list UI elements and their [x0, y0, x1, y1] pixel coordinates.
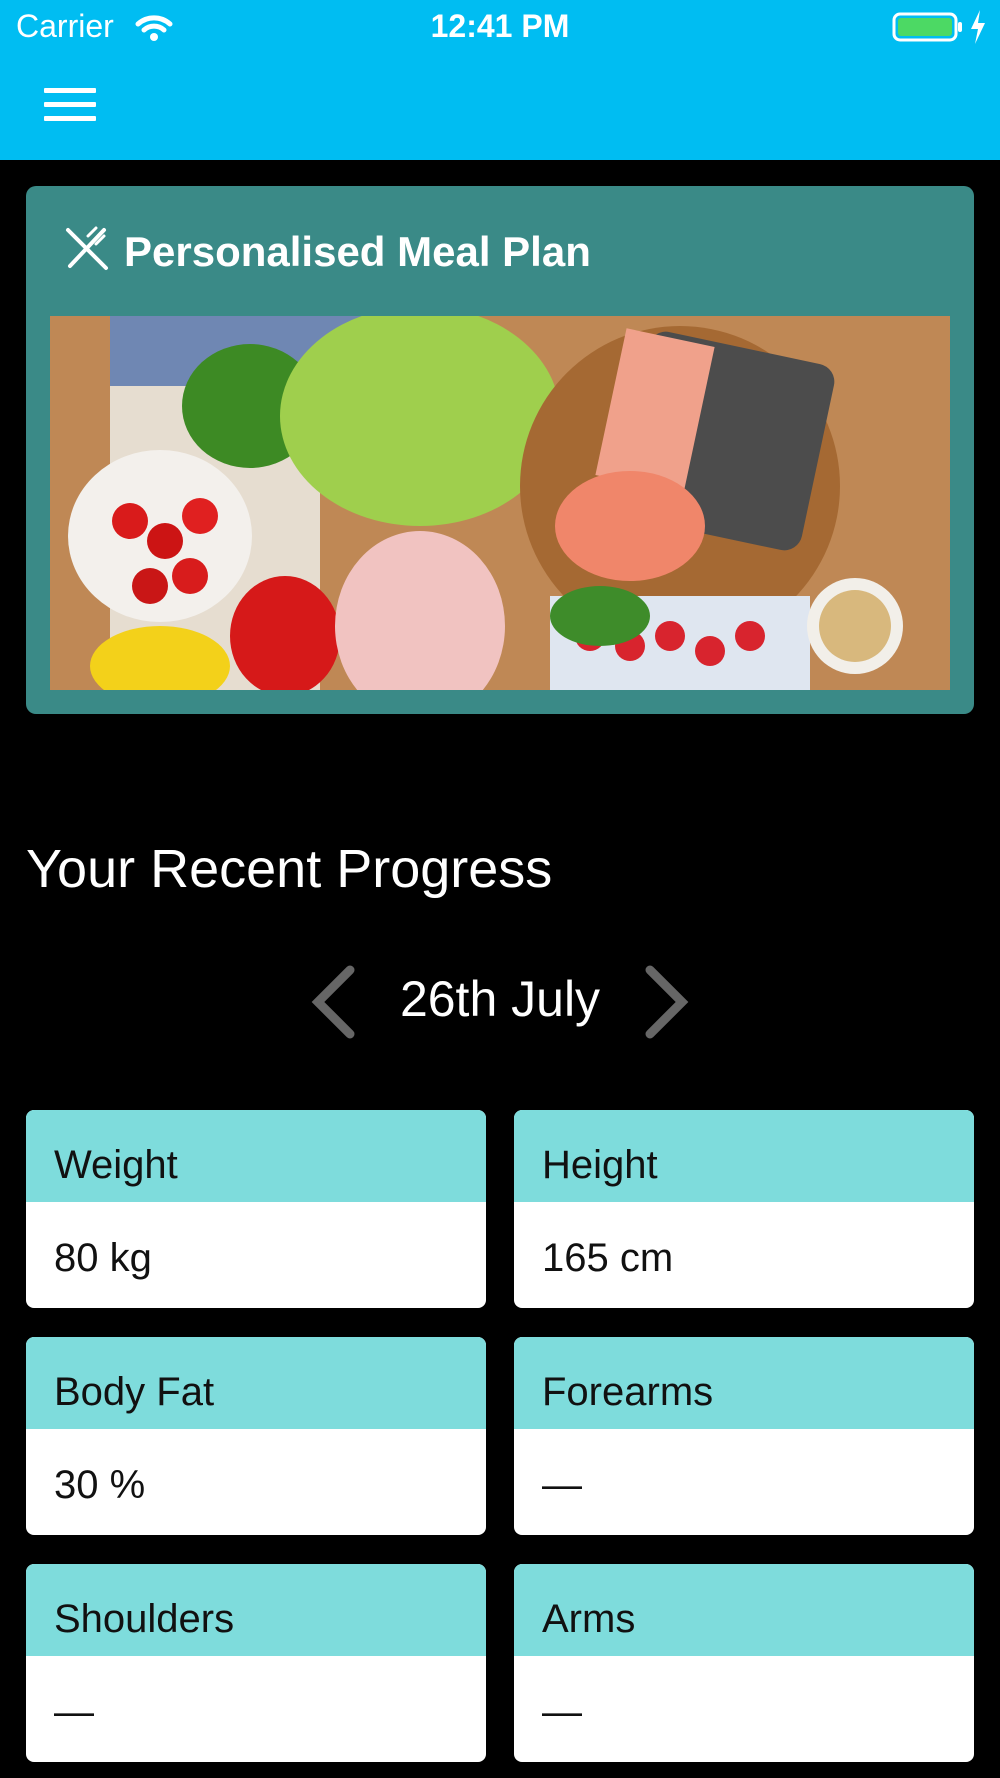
- stat-value: —: [54, 1690, 94, 1734]
- stat-label: Shoulders: [26, 1564, 486, 1656]
- battery-icon: [892, 12, 962, 42]
- status-time: 12:41 PM: [430, 8, 570, 44]
- fork-knife-icon: [66, 226, 108, 270]
- stat-label: Weight: [26, 1110, 486, 1202]
- stat-card-weight[interactable]: Weight 80 kg: [26, 1110, 486, 1308]
- stat-card-height[interactable]: Height 165 cm: [514, 1110, 974, 1308]
- stat-label: Body Fat: [26, 1337, 486, 1429]
- meal-plan-title: Personalised Meal Plan: [124, 228, 591, 275]
- stat-label: Arms: [514, 1564, 974, 1656]
- stat-card-arms[interactable]: Arms —: [514, 1564, 974, 1762]
- top-bar: Carrier 12:41 PM: [0, 0, 1000, 160]
- hamburger-menu-icon[interactable]: [44, 84, 98, 124]
- stat-value: 30 %: [54, 1463, 146, 1507]
- stat-label: Forearms: [514, 1337, 974, 1429]
- section-title: Your Recent Progress: [26, 839, 553, 899]
- stat-value: 165 cm: [542, 1236, 674, 1280]
- date-navigator: 26th July: [0, 960, 1000, 1040]
- stat-value: 80 kg: [54, 1236, 152, 1280]
- stat-card-forearms[interactable]: Forearms —: [514, 1337, 974, 1535]
- stat-value: —: [542, 1690, 582, 1734]
- stat-card-shoulders[interactable]: Shoulders —: [26, 1564, 486, 1762]
- stat-card-body-fat[interactable]: Body Fat 30 %: [26, 1337, 486, 1535]
- meal-plan-card[interactable]: Personalised Meal Plan: [26, 186, 974, 714]
- charging-bolt-icon: [971, 10, 985, 44]
- chevron-right-icon[interactable]: [636, 964, 696, 1040]
- date-label: 26th July: [399, 971, 601, 1027]
- healthy-food-photo[interactable]: [50, 316, 950, 690]
- stat-label: Height: [514, 1110, 974, 1202]
- stat-value: —: [542, 1463, 582, 1507]
